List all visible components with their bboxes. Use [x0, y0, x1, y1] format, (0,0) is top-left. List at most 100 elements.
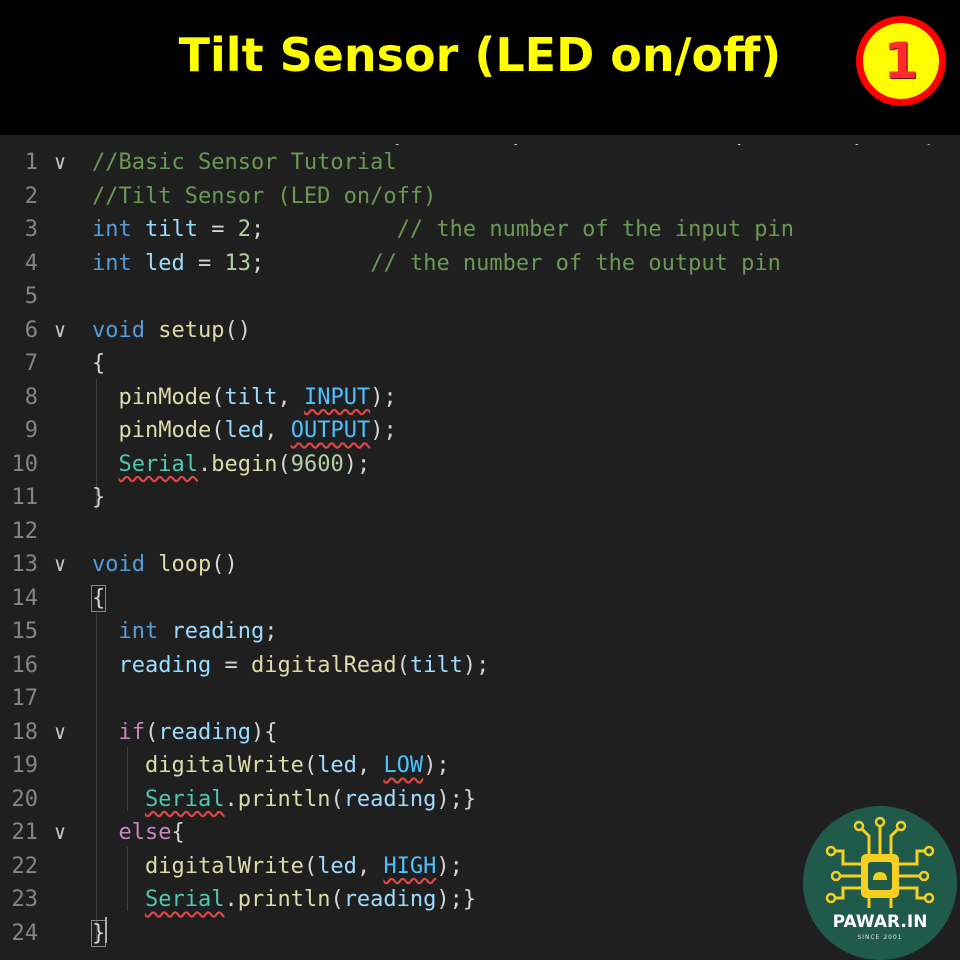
code-token: ){	[250, 719, 278, 745]
slide-number-badge: 1	[856, 16, 946, 106]
code-text: }	[90, 917, 107, 950]
code-token: println	[237, 786, 331, 812]
code-token: =	[211, 652, 251, 678]
line-number: 21	[11, 820, 39, 845]
code-token: .	[197, 451, 212, 477]
code-token: HIGH	[383, 853, 437, 879]
line-number: 10	[11, 451, 39, 477]
code-token: {	[90, 584, 107, 612]
code-token: setup	[158, 317, 225, 343]
code-text: void loop()	[92, 548, 238, 581]
code-line[interactable]: 8 pinMode(tilt, INPUT);	[0, 381, 960, 414]
code-line[interactable]: 5	[0, 280, 960, 313]
code-line[interactable]: 15 int reading;	[0, 615, 960, 648]
line-number: 4	[24, 250, 38, 276]
code-token: }	[90, 919, 107, 947]
code-line[interactable]: 20 Serial.println(reading);}	[0, 783, 960, 816]
code-token: loop	[158, 552, 212, 577]
code-token: );	[343, 451, 371, 477]
code-token: );}	[436, 786, 477, 812]
line-number: 7	[24, 351, 38, 376]
code-line[interactable]: 19 digitalWrite(led, LOW);	[0, 749, 960, 782]
code-token: led	[317, 853, 357, 879]
code-text: digitalWrite(led, HIGH);	[92, 850, 463, 883]
code-token: {	[92, 351, 106, 376]
code-line[interactable]: 1 ∨ //Basic Sensor Tutorial	[0, 146, 960, 179]
code-token: (	[330, 786, 344, 812]
code-text: Serial.println(reading);}	[92, 883, 476, 916]
code-token: OUTPUT	[290, 418, 371, 443]
code-token: ;	[264, 619, 278, 644]
line-number: 1	[24, 150, 38, 175]
code-token: reading	[171, 619, 265, 644]
code-token: (	[330, 887, 344, 912]
code-token: int	[92, 217, 132, 242]
fold-chevron-icon[interactable]: ∨	[54, 816, 66, 849]
code-line[interactable]: 14 {	[0, 582, 960, 615]
code-token: Serial	[144, 786, 225, 812]
code-token: pinMode	[118, 418, 212, 443]
fold-chevron-icon[interactable]: ∨	[54, 314, 66, 347]
code-line[interactable]: 16 reading = digitalRead(tilt);	[0, 649, 960, 682]
code-editor[interactable]: 1 ∨ //Basic Sensor Tutorial 2 //Tilt Sensor …	[0, 135, 960, 960]
code-text: //Basic Sensor Tutorial	[92, 146, 397, 179]
code-token: (	[145, 719, 159, 745]
code-token: void	[92, 317, 145, 343]
code-line[interactable]: 2 //Tilt Sensor (LED on/off)	[0, 180, 960, 213]
code-token: (	[303, 753, 318, 778]
slide-title: Tilt Sensor (LED on/off)	[178, 28, 782, 82]
code-token: =	[184, 250, 225, 276]
code-token: );	[462, 652, 490, 678]
code-token: digitalWrite	[144, 753, 304, 778]
code-text: int tilt = 2; // the number of the input…	[92, 213, 794, 246]
code-token: else	[118, 820, 172, 845]
code-line[interactable]: 12	[0, 515, 960, 548]
code-token: // the number of the output pin	[370, 250, 781, 276]
fold-chevron-icon[interactable]: ∨	[54, 548, 66, 581]
code-line[interactable]: 17	[0, 682, 960, 715]
code-token: (	[211, 384, 225, 410]
code-token: digitalWrite	[144, 853, 304, 879]
code-token: led	[317, 753, 357, 778]
code-line[interactable]: 11}	[0, 481, 960, 514]
code-token: );	[370, 384, 397, 410]
code-token: int	[118, 619, 159, 644]
code-line[interactable]: 18 ∨ if(reading){	[0, 716, 960, 749]
code-token: ,	[277, 384, 304, 410]
code-token: );	[423, 753, 450, 778]
code-token: ,	[356, 753, 384, 778]
code-token: reading	[158, 719, 251, 745]
code-token: reading	[343, 786, 437, 812]
code-token: int	[92, 250, 132, 276]
code-token: (	[211, 418, 225, 443]
code-token: .	[224, 887, 238, 912]
line-number: 18	[11, 719, 39, 745]
code-token: begin	[211, 451, 278, 477]
line-number: 8	[24, 384, 38, 410]
code-line[interactable]: 3 int tilt = 2; // the number of the inpu…	[0, 213, 960, 246]
code-line[interactable]: 9 pinMode(led, OUTPUT);	[0, 414, 960, 447]
clipped-glyphs-icon	[395, 143, 931, 145]
code-text: pinMode(tilt, INPUT);	[92, 381, 397, 414]
title-banner: Tilt Sensor (LED on/off) 1	[0, 0, 960, 135]
logo-tagline: SINCE 2001	[857, 934, 903, 941]
code-token: ()	[211, 552, 238, 577]
clipped-previous-line	[0, 135, 960, 145]
code-line[interactable]: 6 ∨ void setup()	[0, 314, 960, 347]
code-token: INPUT	[303, 384, 371, 410]
code-line[interactable]: 7{	[0, 347, 960, 380]
code-token: Serial	[118, 451, 198, 477]
code-line[interactable]: 4 int led = 13; // the number of the outp…	[0, 247, 960, 280]
line-number: 19	[11, 753, 39, 778]
fold-chevron-icon[interactable]: ∨	[54, 146, 66, 179]
slide-number: 1	[863, 23, 939, 99]
code-line[interactable]: 10 Serial.begin(9600);	[0, 448, 960, 481]
code-text: void setup()	[92, 314, 251, 347]
code-line[interactable]: 13 ∨ void loop()	[0, 548, 960, 581]
fold-chevron-icon[interactable]: ∨	[54, 716, 66, 749]
